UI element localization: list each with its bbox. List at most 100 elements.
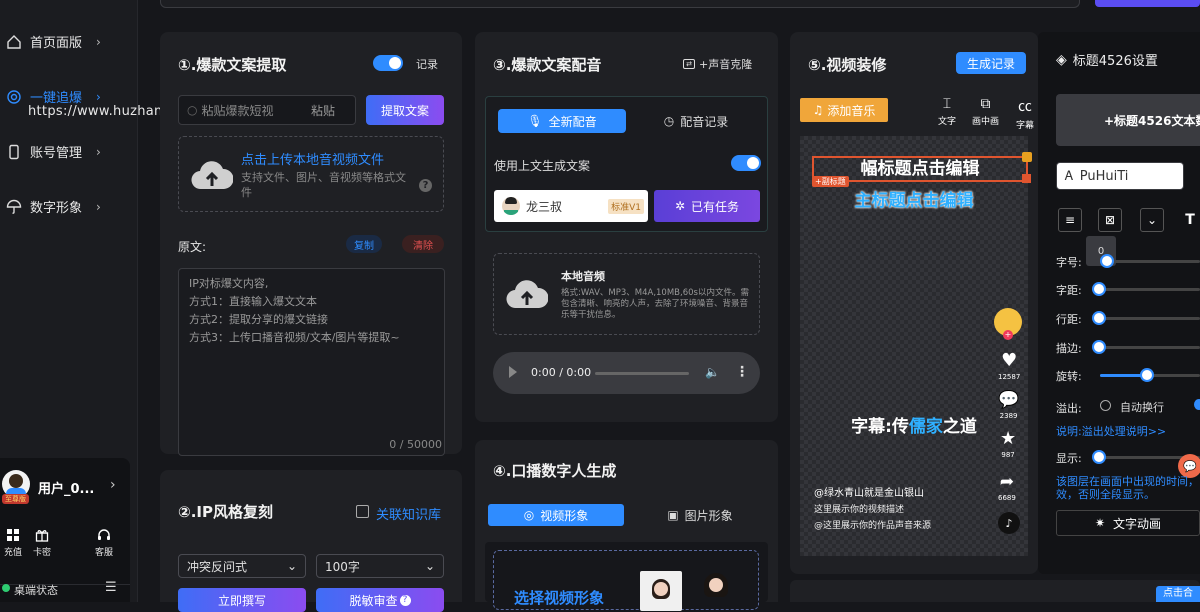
font-size-slider[interactable]: [1100, 254, 1114, 268]
link-input-placeholder: 粘贴爆款短视: [201, 103, 274, 118]
settings-title: ◈ 标题4526设置: [1056, 50, 1158, 70]
help-icon[interactable]: ?: [419, 179, 432, 192]
desensitize-button[interactable]: 脱敏审查 ?: [316, 588, 444, 612]
rotation-slider[interactable]: [1140, 368, 1154, 382]
help-icon: ?: [399, 594, 411, 606]
font-select[interactable]: Ꭺ PuHuiTi: [1056, 162, 1184, 190]
align-icon: ≡: [1064, 213, 1076, 227]
sidebar-item-avatar[interactable]: 数字形象 ›: [6, 197, 101, 216]
text-tool[interactable]: ⌶ 文字: [938, 96, 956, 127]
voice-select[interactable]: 龙三叔 标准V1: [494, 190, 648, 222]
record-label: 记录: [416, 58, 438, 71]
panel-video-decor: ⑤.视频装修 生成记录 ♫ 添加音乐 ⌶ 文字 ⧉ 画中画 ㏄字幕 幅标题点击编辑 +…: [790, 32, 1038, 574]
tiktok-icon: ♪: [998, 512, 1020, 534]
dropdown-button[interactable]: ⌄: [1140, 208, 1164, 232]
comment-icon: 💬: [998, 390, 1020, 410]
extract-button[interactable]: 提取文案: [366, 95, 444, 125]
home-icon: [6, 34, 22, 50]
line-height-track[interactable]: [1100, 317, 1200, 320]
avatar-thumb[interactable]: [640, 571, 682, 611]
kb-link[interactable]: 关联知识库: [376, 504, 441, 523]
tab-image-avatar[interactable]: ▣ 图片形象: [635, 504, 765, 526]
sidebar-item-accounts[interactable]: 账号管理 ›: [6, 142, 101, 161]
play-icon[interactable]: [509, 366, 517, 378]
wrap-radio[interactable]: [1100, 400, 1111, 411]
color-button[interactable]: ⊠: [1098, 208, 1122, 232]
audio-progress[interactable]: [595, 372, 689, 375]
stroke-slider[interactable]: [1092, 340, 1106, 354]
delete-handle-icon[interactable]: [1022, 152, 1032, 162]
style-select[interactable]: 冲突反问式 ⌄: [178, 554, 306, 578]
caption-text[interactable]: 字幕:传儒家之道: [800, 412, 1028, 437]
align-button[interactable]: ≡: [1058, 208, 1082, 232]
paste-button[interactable]: 粘贴: [311, 102, 335, 119]
panel-copy-extract: ①.爆款文案提取 记录 ○ 粘贴爆款短视 粘贴 提取文案 点击上传本地音视频文件…: [160, 32, 462, 456]
more-icon[interactable]: ⋮: [735, 364, 749, 380]
clear-button[interactable]: 清除: [402, 235, 444, 253]
like-button[interactable]: ♥ 12587: [998, 350, 1020, 381]
top-action-button[interactable]: [1095, 0, 1200, 7]
avatar-thumb-2[interactable]: [704, 573, 728, 597]
use-above-toggle[interactable]: [731, 155, 761, 171]
original-textarea[interactable]: IP对标爆文内容, 方式1：直接输入爆文文本 方式2：提取分享的爆文链接 方式3…: [178, 268, 445, 456]
card-key-button[interactable]: 卡密: [33, 528, 51, 558]
record-toggle[interactable]: [373, 55, 403, 71]
compose-button[interactable]: 点击合: [1156, 586, 1200, 602]
add-music-button[interactable]: ♫ 添加音乐: [800, 98, 888, 122]
local-audio-upload[interactable]: 本地音频 格式:WAV、MP3、M4A,10MB,60s以内文件。需包含清晰、响…: [493, 253, 760, 335]
line-height-slider[interactable]: [1092, 311, 1106, 325]
overflow-help-link[interactable]: 说明:溢出处理说明>>: [1056, 423, 1166, 439]
text-style-button[interactable]: T: [1180, 208, 1200, 232]
chevron-right-icon[interactable]: ›: [110, 477, 116, 493]
voice-clone-button[interactable]: ⇄ +声音克隆: [683, 56, 752, 72]
top-search-bar[interactable]: [160, 0, 1080, 8]
length-select[interactable]: 100字 ⌄: [316, 554, 444, 578]
kb-checkbox[interactable]: [356, 505, 369, 518]
tab-dubbing-record[interactable]: ◷ 配音记录: [636, 109, 756, 133]
chevron-right-icon: ›: [96, 199, 101, 214]
existing-task-label: 已有任务: [691, 199, 740, 214]
caption-part: 之道: [942, 417, 977, 437]
recharge-button[interactable]: 充值: [4, 528, 22, 558]
text-t-icon: T: [1185, 212, 1195, 228]
cc-icon: ㏄: [1018, 99, 1032, 115]
stroke-track[interactable]: [1100, 346, 1200, 349]
video-preview[interactable]: 幅标题点击编辑 +副标题 主标题点击编辑 + ♥ 12587 💬 2389 ★ 987…: [800, 136, 1032, 556]
upload-area[interactable]: 点击上传本地音视频文件 支持文件、图片、音视频等格式文件 ?: [178, 136, 444, 212]
letter-spacing-track[interactable]: [1100, 288, 1200, 291]
support-button[interactable]: 客服: [95, 528, 113, 558]
text-animation-button[interactable]: ✷ 文字动画: [1056, 510, 1200, 536]
tab-new-dubbing[interactable]: 🎙 全新配音: [498, 109, 626, 133]
sidebar-item-label: 首页面版: [30, 36, 83, 51]
subtitle-tool[interactable]: ㏄字幕: [1016, 96, 1034, 131]
font-size-track[interactable]: [1100, 260, 1200, 263]
add-music-label: 添加音乐: [827, 103, 876, 118]
wrap-label: 自动换行: [1120, 401, 1164, 414]
sub-title[interactable]: 主标题点击编辑: [800, 186, 1028, 211]
existing-task-button[interactable]: ✲ 已有任务: [654, 190, 760, 222]
display-slider[interactable]: [1092, 450, 1106, 464]
write-button[interactable]: 立即撰写: [178, 588, 306, 612]
collapse-icon[interactable]: ☰: [105, 580, 117, 595]
letter-spacing-slider[interactable]: [1092, 282, 1106, 296]
follow-plus-icon[interactable]: +: [1003, 330, 1013, 340]
choose-avatar-area[interactable]: 选择视频形象: [493, 550, 759, 611]
link-input[interactable]: ○ 粘贴爆款短视 粘贴: [178, 95, 356, 125]
display-label: 显示:: [1056, 452, 1082, 465]
copy-button[interactable]: 复制: [346, 235, 382, 253]
text-icon: ⌶: [942, 96, 952, 112]
phone-icon: [6, 144, 22, 160]
style-select-value: 冲突反问式: [187, 559, 248, 574]
font-name: PuHuiTi: [1079, 168, 1129, 184]
gen-record-button[interactable]: 生成记录: [956, 52, 1026, 74]
resize-handle[interactable]: [1022, 174, 1031, 183]
tab-video-avatar[interactable]: ◎ 视频形象: [488, 504, 624, 526]
pip-tool[interactable]: ⧉ 画中画: [972, 96, 999, 127]
sidebar-item-home[interactable]: 首页面版 ›: [6, 32, 101, 51]
share-button[interactable]: ➦ 6689: [998, 472, 1016, 502]
audio-player[interactable]: 0:00 / 0:00 🔈 ⋮: [493, 352, 760, 394]
volume-icon[interactable]: 🔈: [705, 365, 720, 379]
clone-icon: ⇄: [683, 59, 695, 69]
text-data-button[interactable]: +标题4526文本数据: [1056, 94, 1200, 146]
overflow-radio[interactable]: [1194, 399, 1200, 410]
